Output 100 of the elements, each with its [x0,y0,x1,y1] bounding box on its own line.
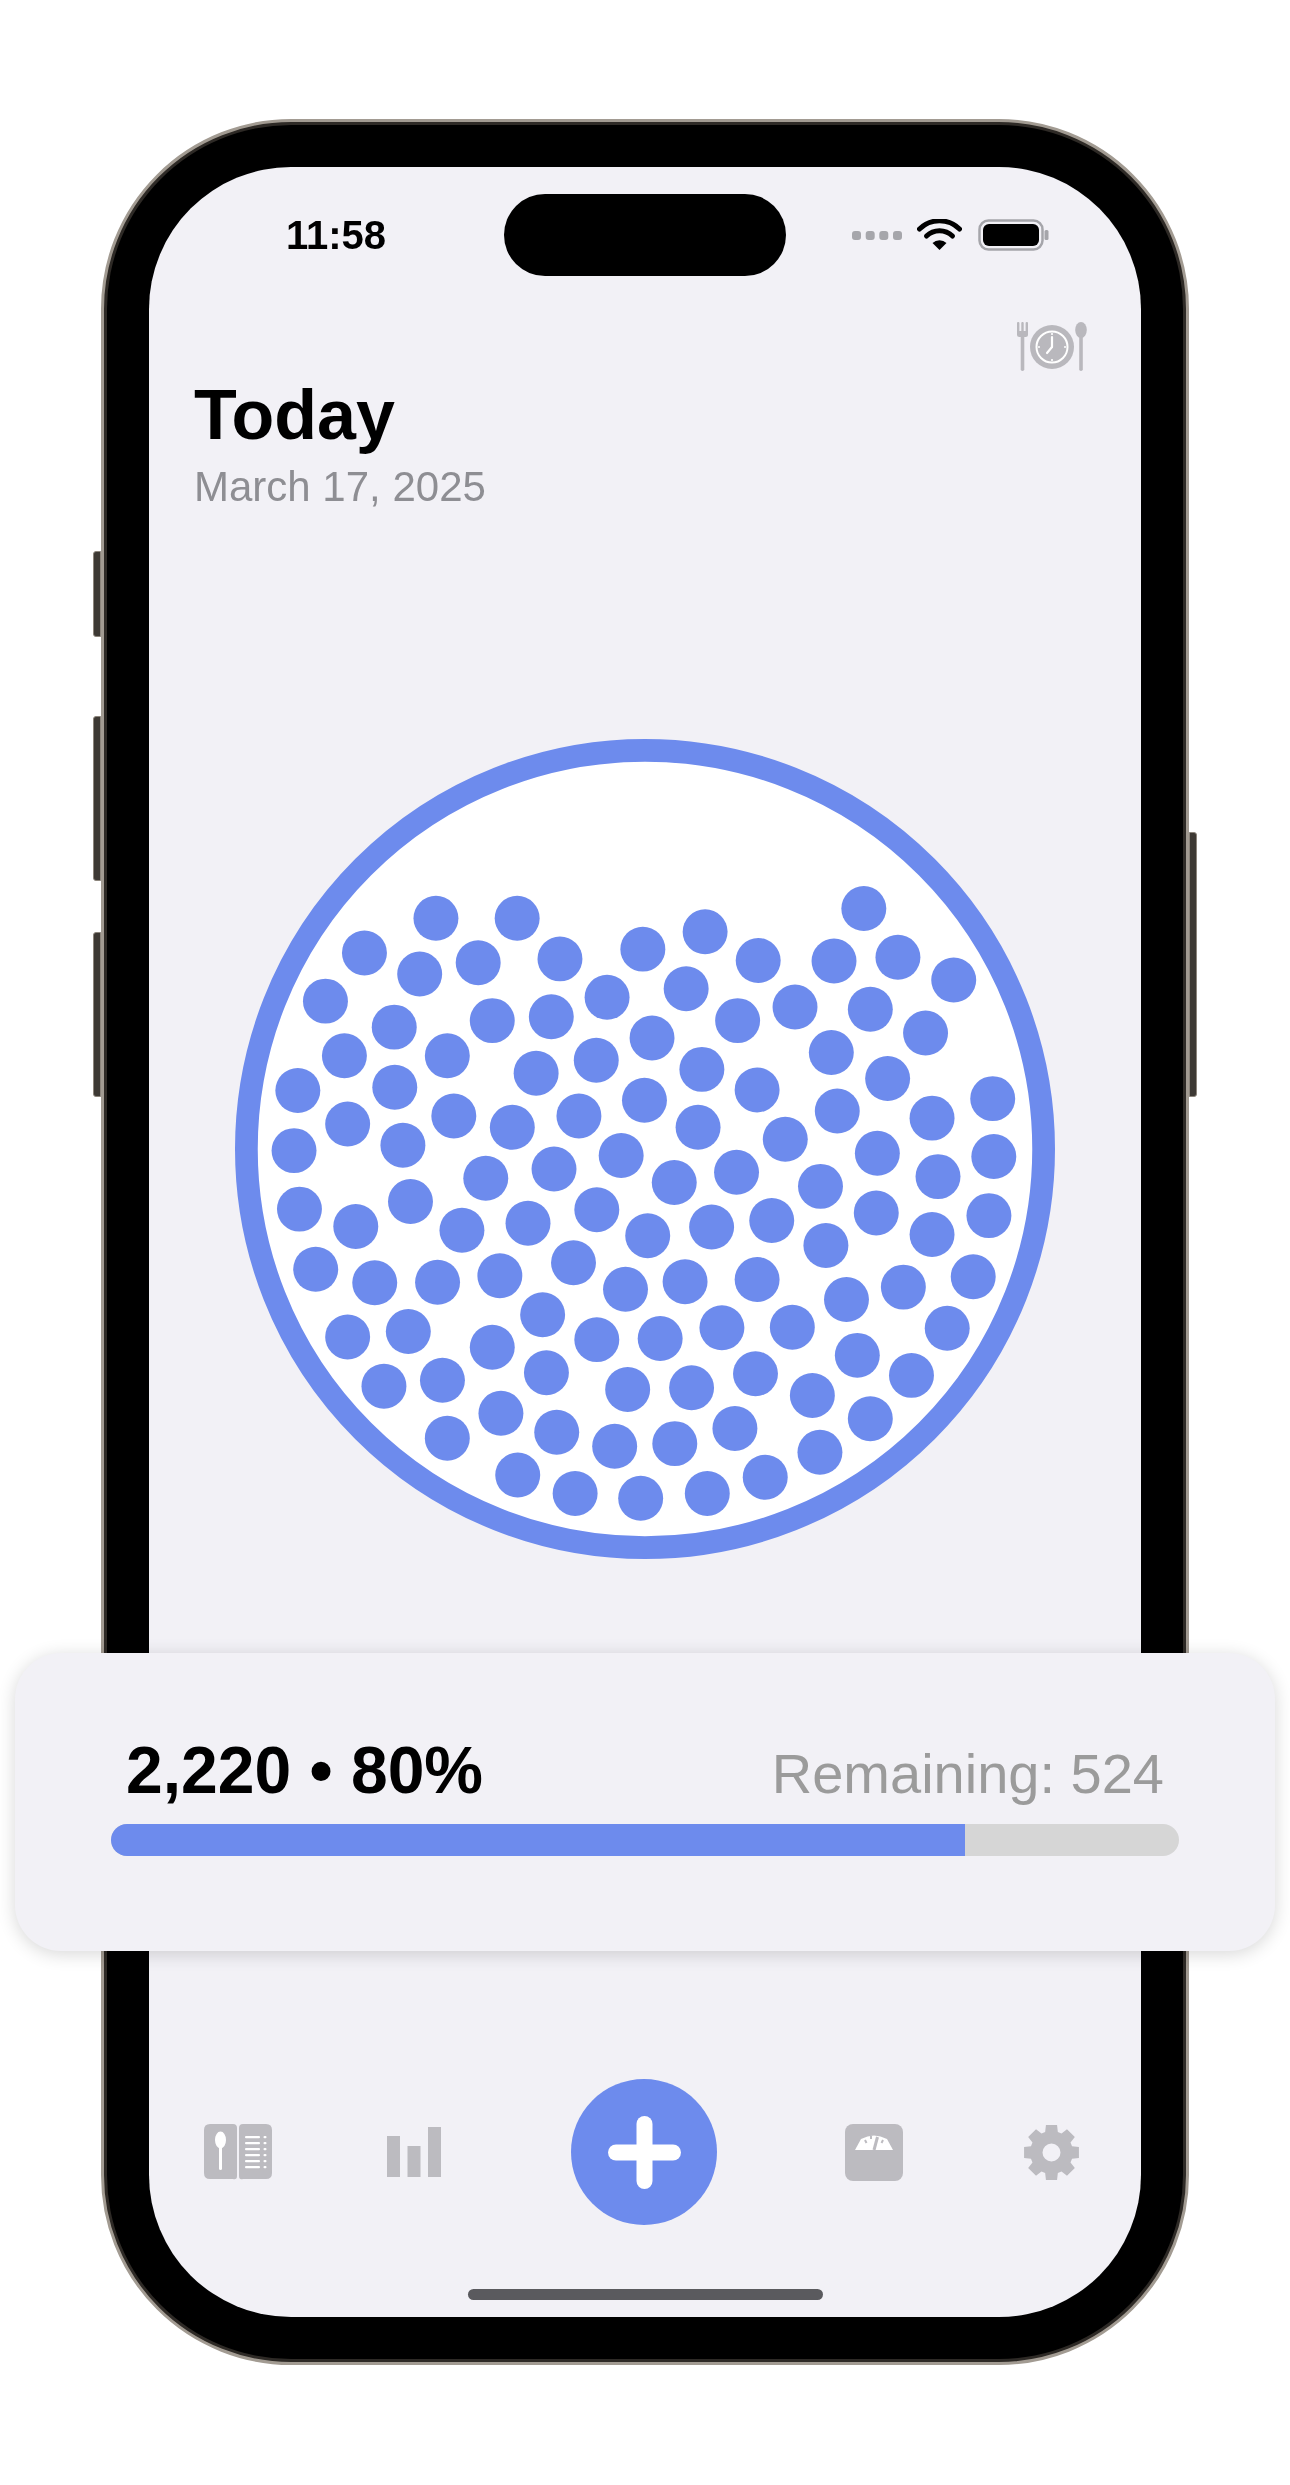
ball [469,998,515,1044]
weighing-scale-icon[interactable] [845,2123,903,2181]
ball [675,1104,721,1150]
ball [652,1421,698,1467]
ball [302,978,348,1024]
ball [966,1193,1012,1239]
ball [749,1198,795,1243]
ball [699,1305,745,1351]
ball [424,1033,470,1079]
ball [276,1186,322,1232]
ball [742,1454,788,1500]
ball [814,1088,860,1134]
ball [573,1037,619,1083]
ball [797,1429,843,1475]
ball [574,1317,620,1363]
ball [789,1372,835,1418]
ball [372,1064,418,1110]
ball [662,1259,708,1305]
ball [714,1149,759,1195]
ball [523,1350,569,1396]
ball [853,1190,899,1236]
ball [371,1004,417,1050]
ball [909,1095,955,1141]
ball [834,1332,880,1378]
ball [605,1367,651,1412]
ball [803,1222,849,1268]
plus-icon [607,2115,681,2189]
recipe-book-icon[interactable] [204,2124,272,2180]
ball [413,895,459,941]
ball [325,1314,371,1360]
plate-clock-icon[interactable] [1017,322,1087,371]
ball [592,1423,638,1469]
ball [598,1133,644,1178]
ball [854,1130,900,1176]
ball [603,1266,648,1312]
ball [537,936,583,982]
ball [321,1033,367,1079]
ball [520,1292,566,1338]
ball [620,926,666,972]
ball [811,938,857,984]
ball [663,966,709,1012]
ball [950,1254,996,1300]
ball [684,1471,730,1516]
status-time: 11:58 [285,215,387,255]
ball [415,1259,461,1305]
date-label: March 17, 2025 [194,466,486,508]
ball [489,1104,535,1150]
ball [341,930,387,976]
ball [682,909,728,955]
ball [915,1154,961,1200]
ball [419,1357,465,1403]
ball [733,1351,778,1397]
ball [808,1030,854,1076]
signal-icon [852,230,902,240]
ball [903,1010,949,1056]
ball [847,986,893,1032]
bar-chart-icon[interactable] [387,2127,441,2177]
calorie-total: 2,220 • 80% [126,1737,484,1803]
ball [424,1415,470,1461]
ball [618,1475,664,1521]
ball [909,1212,955,1258]
ball [431,1093,477,1139]
ball [551,1240,596,1286]
ball [880,1264,926,1310]
ball [385,1309,431,1354]
ball [380,1122,426,1168]
ball [325,1101,371,1147]
ball [271,1128,317,1174]
ball [924,1305,970,1351]
ball [439,1207,485,1253]
ball [734,1067,780,1113]
ball [689,1204,735,1250]
ball [552,1471,598,1516]
ball [824,1277,869,1323]
ball [556,1093,602,1139]
ball [584,974,630,1020]
ball [333,1203,379,1249]
ball [534,1409,580,1455]
ball [478,1390,524,1436]
ball [734,1257,780,1302]
ball [769,1304,815,1350]
ball [361,1363,407,1409]
ball [531,1146,577,1192]
ball [275,1068,321,1113]
settings-icon[interactable] [1023,2123,1080,2181]
ball [629,1015,675,1061]
ball [841,886,887,931]
ball [971,1134,1017,1180]
ball [847,1396,893,1442]
ball [622,1077,667,1123]
battery-icon [978,219,1049,251]
ball [513,1050,559,1096]
ball [762,1116,808,1162]
ball [505,1200,551,1246]
ball [931,957,977,1003]
ball [865,1056,911,1102]
ball [574,1187,620,1233]
ball [455,940,501,986]
ball [970,1076,1016,1122]
wifi-icon [917,219,962,251]
